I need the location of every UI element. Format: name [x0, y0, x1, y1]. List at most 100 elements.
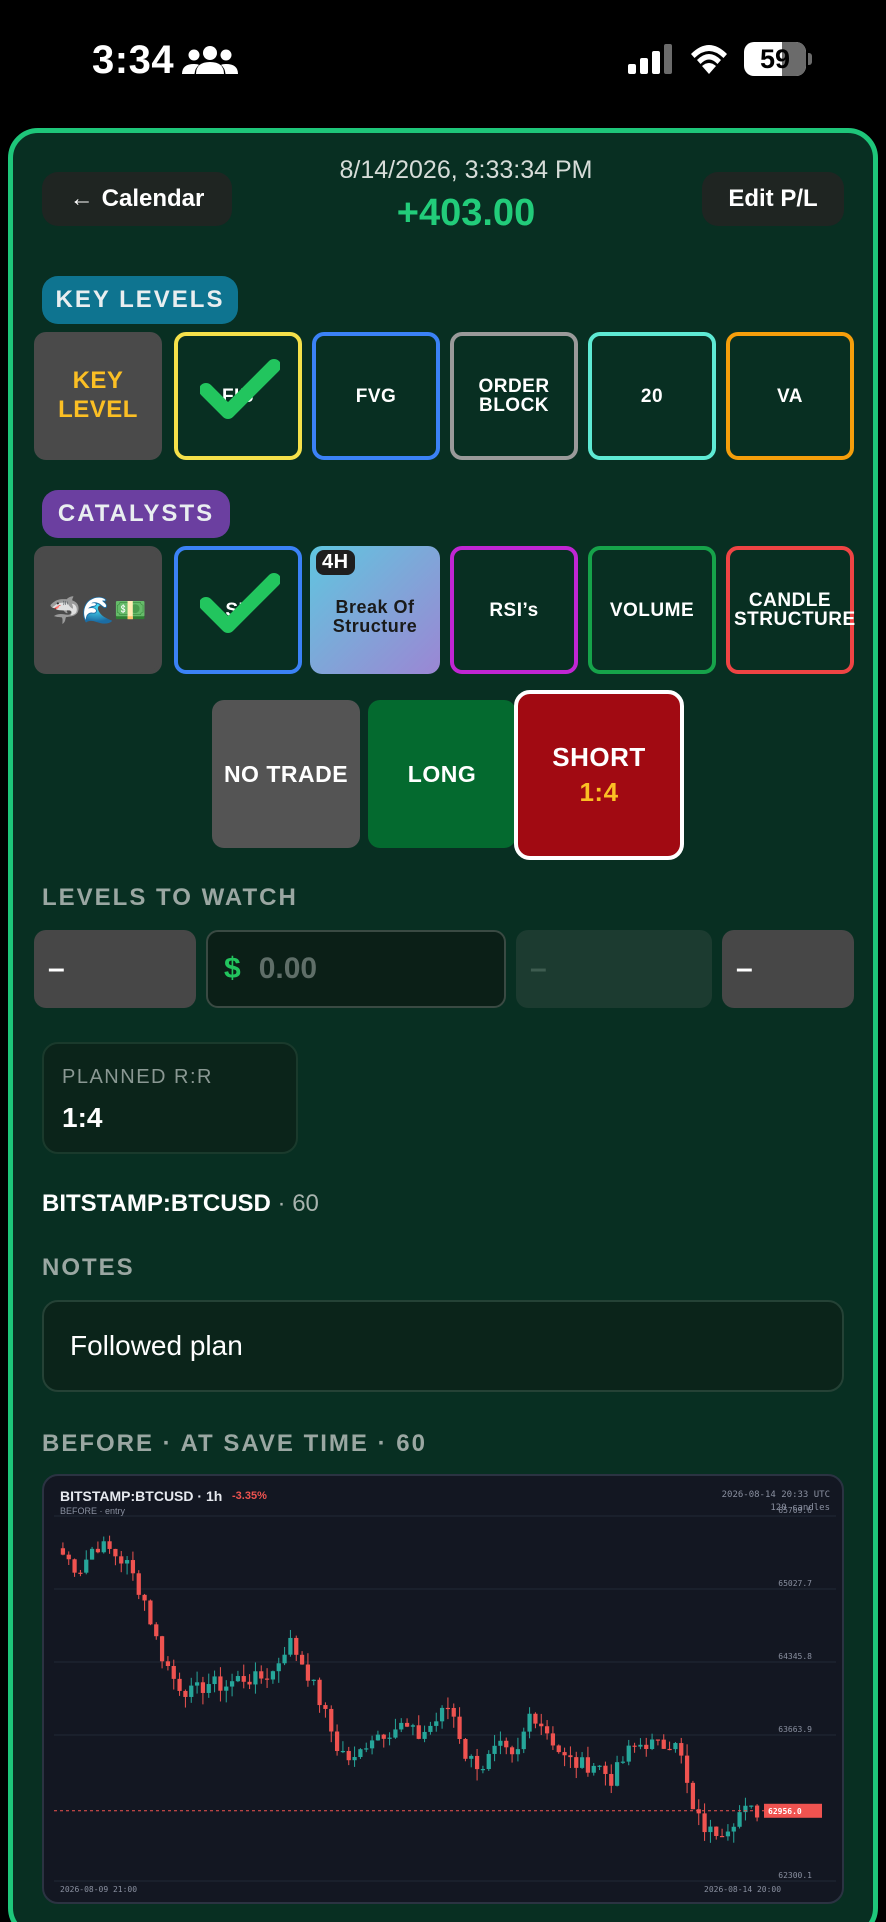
y-tick-label: 64345.8 [778, 1652, 812, 1661]
candle-body [527, 1713, 532, 1732]
level-field-4[interactable]: – [722, 930, 854, 1008]
candle-body [550, 1733, 556, 1746]
candle-body [568, 1755, 573, 1758]
candle-body [521, 1731, 526, 1750]
candle-body [725, 1831, 731, 1837]
candle-body [159, 1636, 165, 1662]
arrow-left-icon: ← [69, 185, 94, 212]
status-bar: 3:34 59 [0, 0, 886, 120]
symbol-name: BITSTAMP:BTCUSD [42, 1190, 271, 1217]
checkmark-icon [200, 359, 280, 419]
candle-body [585, 1757, 591, 1773]
catalyst-candle-structure[interactable]: CANDLE STRUCTURE [726, 546, 856, 674]
short-button[interactable]: SHORT 1:4 [514, 690, 684, 860]
cellular-signal-icon [628, 44, 672, 74]
candle-body [544, 1726, 550, 1734]
chart-x-end: 2026-08-14 20:00 [704, 1885, 782, 1894]
key-level-fvg[interactable]: FVG [312, 332, 440, 460]
candle-structure-label: CANDLE STRUCTURE [734, 590, 856, 630]
candle-body [614, 1762, 620, 1786]
level-field-4-value: – [736, 952, 753, 985]
candle-body [451, 1707, 456, 1717]
candle-body [84, 1559, 89, 1573]
candle-body [474, 1755, 480, 1770]
candle-body [638, 1744, 643, 1747]
trade-date: 8/14/2026, 3:33:34 PM [339, 156, 593, 184]
candle-body [620, 1761, 626, 1763]
key-level-order-block[interactable]: ORDER BLOCK [450, 332, 578, 460]
level-field-1-value: – [48, 952, 65, 985]
candle-body [72, 1559, 77, 1573]
last-price-label: 62956.0 [768, 1807, 802, 1816]
candle-body [89, 1548, 95, 1560]
candlestick-chart: 65709.665027.764345.863663.962300.162956… [54, 1506, 836, 1882]
candle-body [749, 1805, 754, 1807]
candle-body [124, 1560, 130, 1564]
back-to-calendar-button[interactable]: ← Calendar [42, 172, 232, 226]
candle-body [171, 1666, 176, 1679]
candle-body [655, 1739, 661, 1741]
candle-body [305, 1664, 311, 1681]
candle-body [480, 1769, 486, 1771]
symbol-line: BITSTAMP:BTCUSD · 60 [42, 1190, 319, 1218]
candle-body [515, 1749, 521, 1755]
status-time: 3:34 [92, 38, 175, 82]
candle-body [591, 1765, 596, 1773]
candle-body [609, 1773, 614, 1786]
candle-body [358, 1749, 363, 1758]
candle-body [346, 1750, 351, 1761]
catalyst-break-of-structure[interactable]: 4H Break Of Structure [310, 546, 440, 674]
candle-body [229, 1681, 235, 1687]
candle-body [644, 1744, 649, 1749]
candle-body [684, 1755, 690, 1783]
row-label-line1: KEY [72, 367, 124, 395]
long-button[interactable]: LONG [368, 700, 516, 848]
candle-body [457, 1716, 462, 1739]
candle-body [626, 1745, 631, 1762]
candle-body [66, 1554, 71, 1560]
level-field-3[interactable]: – [516, 930, 712, 1008]
candle-body [136, 1573, 141, 1595]
candle-body [264, 1678, 270, 1680]
key-level-va[interactable]: VA [726, 332, 854, 460]
candle-body [719, 1835, 725, 1838]
catalyst-volume[interactable]: VOLUME [588, 546, 716, 674]
edit-pnl-button[interactable]: Edit P/L [702, 172, 844, 226]
candle-body [218, 1676, 223, 1691]
battery-icon: 59 [744, 42, 806, 76]
level-field-1[interactable]: – [34, 930, 196, 1008]
candle-body [539, 1723, 544, 1727]
candle-body [439, 1707, 445, 1722]
catalyst-sf[interactable]: SF [174, 546, 302, 674]
before-chart[interactable]: 65709.6 65027.7 64345.8 63663.9 62300.1 62956… [42, 1474, 844, 1904]
candle-body [212, 1676, 217, 1685]
candle-body [78, 1572, 83, 1574]
notes-field[interactable]: Followed plan [42, 1300, 844, 1392]
candle-body [632, 1745, 637, 1747]
chart-candle-count: 120 candles [770, 1503, 830, 1513]
candle-body [404, 1722, 410, 1727]
fvg-label: FVG [355, 385, 397, 407]
candle-body [119, 1556, 124, 1564]
before-chart-title: BEFORE · AT SAVE TIME · 60 [42, 1430, 427, 1457]
short-label: SHORT [552, 742, 646, 772]
notes-title: NOTES [42, 1254, 135, 1281]
candle-body [422, 1731, 427, 1739]
short-ratio: 1:4 [579, 777, 619, 807]
no-trade-button[interactable]: NO TRADE [212, 700, 360, 848]
catalyst-rsi[interactable]: RSI’s [450, 546, 578, 674]
candle-body [556, 1745, 561, 1753]
candle-body [498, 1740, 503, 1746]
candle-body [661, 1739, 666, 1749]
candle-body [101, 1541, 106, 1553]
candle-body [714, 1826, 719, 1836]
people-icon [182, 46, 238, 74]
checkmark-icon [200, 573, 280, 633]
level-price-input[interactable]: $ 0.00 [206, 930, 506, 1008]
catalysts-label: CATALYSTS [42, 490, 230, 538]
key-level-20[interactable]: 20 [588, 332, 716, 460]
key-level-fib[interactable]: FIB [174, 332, 302, 460]
candle-body [393, 1729, 398, 1738]
y-tick-label: 62300.1 [778, 1871, 812, 1880]
va-label: VA [777, 385, 803, 407]
